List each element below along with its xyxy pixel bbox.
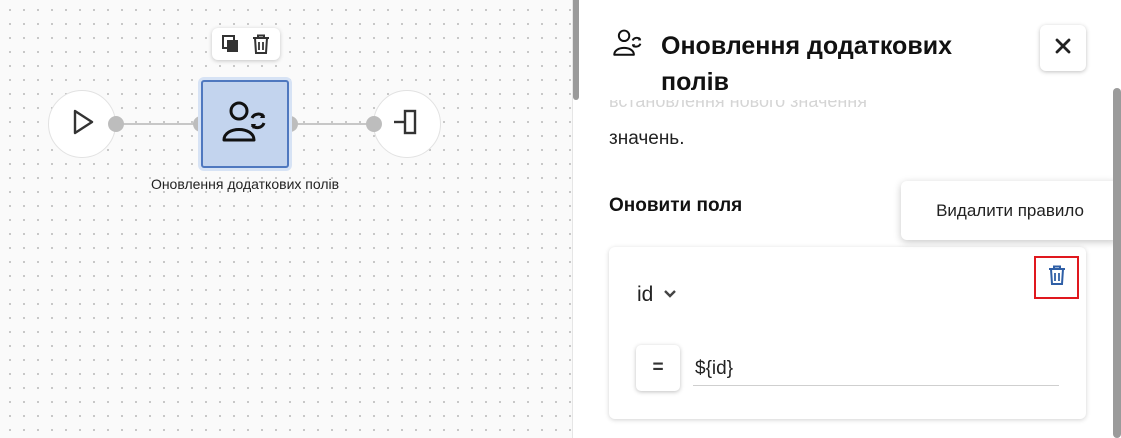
panel-title: Оновлення додаткових полів [661,32,952,96]
end-icon [391,106,423,143]
port-start-out[interactable] [108,116,124,132]
description-text: значень. [609,128,685,149]
chevron-down-icon [663,286,677,304]
start-node[interactable] [48,90,116,158]
edge-node-to-end [290,123,374,125]
port-end-in[interactable] [366,116,382,132]
trash-icon[interactable] [248,31,274,57]
close-button[interactable] [1040,25,1086,71]
edge-start-to-node [116,123,202,125]
scrolled-description-fragment: встановлення нового значення [609,100,867,111]
delete-rule-tooltip: Видалити правило [901,181,1119,240]
divider-handle[interactable] [573,0,579,100]
node-toolbar [212,28,280,60]
copy-icon[interactable] [218,31,244,57]
update-fields-node[interactable] [201,80,289,168]
workflow-canvas[interactable]: Оновлення додаткових полів [0,0,572,438]
section-title: Оновити поля [609,195,743,216]
node-label: Оновлення додаткових полів [150,176,340,192]
close-icon [1055,38,1071,59]
user-sync-icon [219,96,271,153]
rule-card: id = [609,247,1086,419]
operator-button[interactable]: = [636,345,680,391]
play-icon [67,107,97,142]
delete-rule-button[interactable] [1034,256,1079,299]
panel-scrollbar[interactable] [1113,88,1121,438]
field-select-value: id [637,283,654,306]
trash-icon [1047,264,1067,291]
value-input[interactable] [693,352,1059,386]
end-node[interactable] [373,90,441,158]
user-sync-icon [611,26,645,65]
field-select[interactable]: id [637,283,677,307]
